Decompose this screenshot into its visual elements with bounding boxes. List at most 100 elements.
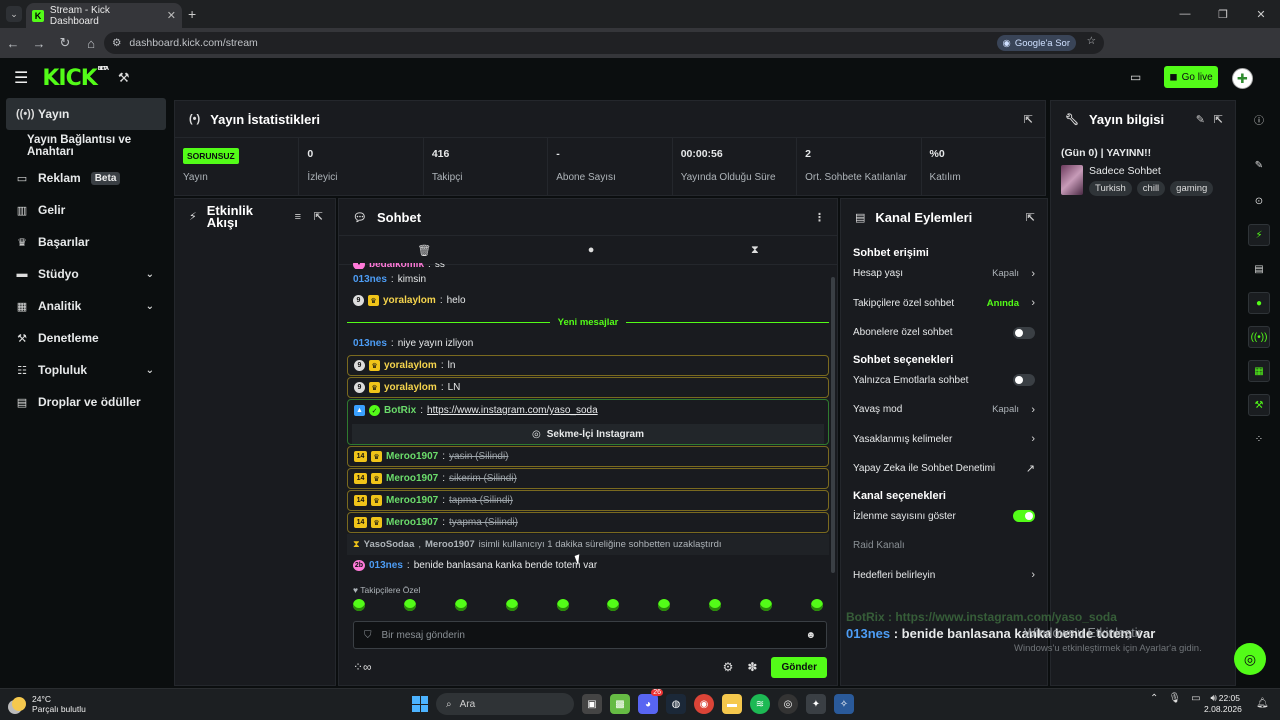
wrench-icon[interactable]: ⚒: [1248, 394, 1270, 416]
emote-only-toggle[interactable]: [1013, 374, 1035, 387]
emote-icon[interactable]: [403, 599, 416, 611]
go-live-button[interactable]: ◼ Go live: [1164, 66, 1218, 88]
popout-icon[interactable]: ⇱: [1026, 211, 1035, 224]
chat-scrollbar[interactable]: [831, 277, 835, 573]
chat-username[interactable]: yoralaylom: [384, 382, 437, 393]
edit-icon[interactable]: ✎: [1196, 113, 1205, 126]
minecraft-icon[interactable]: ▩: [610, 694, 630, 714]
trash-icon[interactable]: 🗑︎: [417, 244, 431, 257]
forward-icon[interactable]: →: [26, 36, 52, 51]
settings-gear-icon[interactable]: ⚙: [723, 660, 734, 674]
emote-icon[interactable]: [760, 599, 772, 611]
emote-icon[interactable]: [505, 599, 518, 611]
subs-chat-toggle[interactable]: [1013, 326, 1035, 339]
slow-mode-row[interactable]: Yavaş mod Kapalı ›: [841, 395, 1047, 425]
popout-icon[interactable]: ⇱: [314, 211, 323, 223]
windows-start-icon[interactable]: [412, 696, 428, 712]
bookmark-star-icon[interactable]: ☆: [1087, 35, 1096, 47]
tray-overflow-icon[interactable]: ⌃: [1150, 693, 1158, 704]
kick-points-icon[interactable]: ⁘∞: [353, 660, 372, 674]
chat-input[interactable]: ⛉ Bir mesaj gönderin ☻: [353, 621, 827, 649]
send-button[interactable]: Gönder: [771, 656, 827, 678]
chrome-icon[interactable]: ◉: [694, 694, 714, 714]
kick-points-icon[interactable]: ⁘: [1248, 428, 1270, 450]
emote-icon[interactable]: [353, 599, 365, 611]
taskbar-clock[interactable]: 22:05 2.08.2026: [1204, 693, 1242, 715]
emoji-icon[interactable]: ☻: [805, 630, 816, 641]
chat-username[interactable]: Meroo1907: [386, 451, 438, 462]
sidebar-item-topluluk[interactable]: ☷ Topluluk ⌄: [0, 354, 172, 386]
file-explorer-icon[interactable]: ▬: [722, 694, 742, 714]
show-views-toggle[interactable]: [1013, 510, 1035, 523]
weather-widget[interactable]: 24°C Parçalı bulutlu: [12, 694, 86, 714]
channel-icon[interactable]: ▦: [1248, 360, 1270, 382]
support-fab-icon[interactable]: ◎: [1234, 643, 1266, 675]
chat-username[interactable]: 013nes: [353, 338, 387, 349]
emote-icon[interactable]: [454, 599, 467, 611]
sidebar-item-studyo[interactable]: ▬ Stüdyo ⌄: [0, 258, 172, 290]
display-icon[interactable]: ▭: [1191, 693, 1200, 704]
pencil-icon[interactable]: ✎: [1248, 154, 1270, 176]
filter-icon[interactable]: ≡: [295, 211, 301, 223]
site-info-icon[interactable]: ⚙: [112, 37, 121, 49]
puzzle-icon[interactable]: ✽: [747, 660, 757, 674]
google-sor-button[interactable]: ◉ Google'a Sor: [996, 35, 1076, 51]
popout-icon[interactable]: ⇱: [1214, 113, 1223, 126]
emote-icon[interactable]: [709, 599, 722, 611]
goals-row[interactable]: Hedefleri belirleyin ›: [841, 561, 1047, 591]
maximize-icon[interactable]: ❐: [1204, 0, 1242, 28]
chat-username[interactable]: BotRix: [384, 405, 416, 416]
sidebar-item-droplar[interactable]: ▤ Droplar ve ödüller: [0, 386, 172, 418]
close-tab-icon[interactable]: ✕: [167, 9, 176, 22]
home-icon[interactable]: ⌂: [78, 36, 104, 51]
reload-icon[interactable]: ↻: [52, 35, 78, 51]
spotify-icon[interactable]: ≋: [750, 694, 770, 714]
emote-icon[interactable]: [810, 599, 823, 611]
notification-bell-icon[interactable]: 🔔︎: [1256, 698, 1269, 709]
followers-chat-row[interactable]: Takipçilere özel sohbet Anında ›: [841, 289, 1047, 319]
banned-words-row[interactable]: Yasaklanmış kelimeler ›: [841, 425, 1047, 455]
info-icon[interactable]: ⓘ: [1248, 108, 1270, 130]
target-icon[interactable]: ⊙: [1248, 190, 1270, 212]
tv-icon[interactable]: ▭: [1130, 70, 1141, 84]
sidebar-item-analitik[interactable]: ▦ Analitik ⌄: [0, 290, 172, 322]
chat-username[interactable]: Meroo1907: [386, 473, 438, 484]
more-options-icon[interactable]: ⋮: [814, 211, 825, 224]
document-icon[interactable]: ▤: [1248, 258, 1270, 280]
popout-icon[interactable]: ⇱: [1024, 113, 1033, 126]
task-view-icon[interactable]: ▣: [582, 694, 602, 714]
close-window-icon[interactable]: ✕: [1242, 0, 1280, 28]
minimize-icon[interactable]: —: [1166, 0, 1204, 28]
account-age-row[interactable]: Hesap yaşı Kapalı ›: [841, 259, 1047, 289]
raid-channel-row[interactable]: Raid Kanalı: [841, 531, 1047, 561]
hourglass-icon[interactable]: ⧗: [751, 244, 759, 257]
discord-icon[interactable]: ◕ 26: [638, 689, 663, 714]
broadcast-icon[interactable]: ((•)): [1248, 326, 1270, 348]
back-icon[interactable]: ←: [0, 36, 26, 51]
taskbar-search[interactable]: ⌕ Ara: [436, 693, 574, 715]
sidebar-item-basarilar[interactable]: ♛ Başarılar: [0, 226, 172, 258]
sidebar-item-reklam[interactable]: ▭ Reklam Beta: [0, 162, 172, 194]
sidebar-item-stream-key[interactable]: Yayın Bağlantısı ve Anahtarı: [0, 130, 172, 162]
sidebar-item-denetleme[interactable]: ⚒ Denetleme: [0, 322, 172, 354]
instagram-link[interactable]: https://www.instagram.com/yaso_soda: [427, 405, 598, 416]
browser-tab[interactable]: K Stream - Kick Dashboard ✕: [26, 3, 182, 28]
kick-logo[interactable]: KICKBETA: [42, 66, 109, 91]
chat-username[interactable]: yoralaylom: [384, 360, 437, 371]
shield-icon[interactable]: ⛉: [364, 630, 372, 641]
user-avatar[interactable]: ✚: [1232, 68, 1253, 89]
steam-icon[interactable]: ◍: [666, 694, 686, 714]
chat-username[interactable]: 013nes: [369, 560, 403, 571]
microphone-icon[interactable]: 🎙︎: [1168, 693, 1181, 704]
sidebar-item-gelir[interactable]: ▥ Gelir: [0, 194, 172, 226]
chat-username[interactable]: Meroo1907: [386, 495, 438, 506]
sidebar-item-yayin[interactable]: ((•)) Yayın: [6, 98, 166, 130]
obs-icon[interactable]: ◎: [778, 694, 798, 714]
emote-icon[interactable]: [658, 599, 671, 611]
davinci-icon[interactable]: ✦: [806, 694, 826, 714]
tab-list-button[interactable]: ⌄: [6, 6, 22, 22]
url-field[interactable]: ⚙ dashboard.kick.com/stream ◉ Google'a So…: [104, 32, 1104, 54]
emote-icon[interactable]: [607, 599, 620, 611]
chat-username[interactable]: bedaikomik: [369, 263, 424, 269]
chat-username[interactable]: Meroo1907: [386, 517, 438, 528]
